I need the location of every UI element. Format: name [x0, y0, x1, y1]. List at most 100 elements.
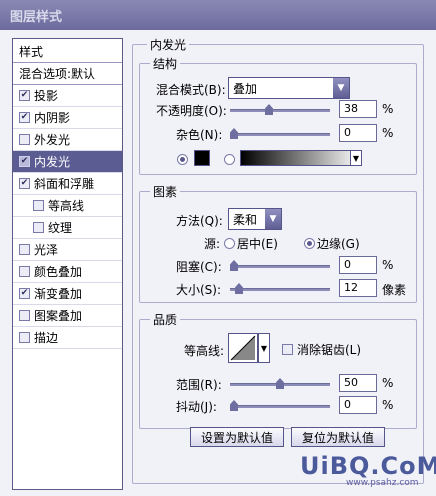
method-label: 方法(Q):	[176, 214, 223, 228]
contour-label: 等高线:	[184, 344, 225, 358]
range-unit: %	[382, 376, 394, 390]
source-edge-radio[interactable]	[304, 238, 315, 249]
structure-title: 结构	[150, 55, 181, 72]
style-checkbox[interactable]	[33, 200, 44, 211]
source-center-label: 居中(E)	[237, 237, 278, 251]
style-item-label: 斜面和浮雕	[34, 177, 95, 191]
antialias-checkbox[interactable]	[282, 344, 293, 355]
noise-slider[interactable]	[230, 128, 330, 139]
style-item-label: 描边	[34, 331, 59, 345]
style-checkbox[interactable]	[33, 222, 44, 233]
size-slider-thumb[interactable]	[235, 283, 243, 294]
style-item[interactable]: ✔ 内发光	[13, 151, 122, 173]
style-checkbox[interactable]: ✔	[19, 90, 30, 101]
style-item-label: 等高线	[48, 199, 85, 213]
noise-slider-thumb[interactable]	[230, 128, 238, 139]
style-item[interactable]: 外发光	[13, 129, 122, 151]
opacity-label: 不透明度(O):	[156, 104, 227, 118]
range-slider[interactable]	[230, 378, 330, 389]
source-edge-option[interactable]: 边缘(G)	[304, 235, 360, 252]
style-checkbox[interactable]	[19, 332, 30, 343]
chevron-down-icon: ▼	[333, 78, 349, 98]
source-center-option[interactable]: 居中(E)	[224, 235, 278, 252]
style-item[interactable]: 混合选项:默认	[13, 63, 122, 85]
reset-default-button[interactable]: 复位为默认值	[291, 427, 385, 447]
jitter-slider-thumb[interactable]	[230, 400, 238, 411]
range-slider-thumb[interactable]	[276, 378, 284, 389]
chevron-down-icon[interactable]: ▼	[258, 333, 270, 363]
style-checkbox[interactable]	[19, 134, 30, 145]
source-edge-label: 边缘(G)	[317, 237, 360, 251]
style-item-label: 纹理	[48, 221, 73, 235]
style-item[interactable]: 光泽	[13, 239, 122, 261]
inner-glow-panel: 内发光 结构 混合模式(B): 叠加 ▼ 不透明度(O): 38 % 杂色(N)…	[132, 36, 424, 486]
choke-label: 阻塞(C):	[176, 260, 222, 274]
style-item[interactable]: 纹理	[13, 217, 122, 239]
make-default-button[interactable]: 设置为默认值	[190, 427, 284, 447]
style-checkbox[interactable]: ✔	[19, 178, 30, 189]
styles-list: 样式 混合选项:默认 ✔ 投影 ✔ 内阴影外发光 ✔ 内发光 ✔ 斜面和浮雕等高线纹理光泽颜色叠…	[12, 38, 123, 490]
style-item[interactable]: 颜色叠加	[13, 261, 122, 283]
style-item-label: 外发光	[34, 133, 71, 147]
opacity-slider[interactable]	[230, 104, 330, 115]
jitter-input[interactable]: 0	[339, 396, 377, 414]
style-checkbox[interactable]	[19, 310, 30, 321]
style-item[interactable]: 等高线	[13, 195, 122, 217]
style-item-label: 内发光	[34, 155, 71, 169]
method-value: 柔和	[233, 212, 258, 227]
choke-slider-thumb[interactable]	[230, 260, 238, 271]
window-title: 图层样式	[0, 0, 436, 30]
style-item-label: 图案叠加	[34, 309, 83, 323]
method-select[interactable]: 柔和 ▼	[228, 208, 282, 230]
style-checkbox[interactable]: ✔	[19, 288, 30, 299]
style-checkbox[interactable]: ✔	[19, 156, 30, 167]
contour-preview[interactable]	[228, 333, 258, 363]
size-unit: 像素	[382, 283, 407, 297]
quality-title: 品质	[150, 311, 181, 328]
choke-unit: %	[382, 258, 394, 272]
gradient-radio[interactable]	[224, 154, 235, 165]
style-item-label: 内阴影	[34, 111, 71, 125]
blend-mode-value: 叠加	[233, 81, 258, 96]
style-item-label: 混合选项:默认	[19, 67, 96, 81]
style-item[interactable]: 描边	[13, 327, 122, 349]
opacity-slider-thumb[interactable]	[265, 104, 273, 115]
style-item-label: 投影	[34, 89, 59, 103]
choke-slider[interactable]	[230, 260, 330, 271]
style-checkbox[interactable]	[19, 244, 30, 255]
antialias-label: 消除锯齿(L)	[297, 343, 362, 357]
blend-mode-select[interactable]: 叠加 ▼	[228, 77, 350, 99]
noise-label: 杂色(N):	[176, 128, 223, 142]
contour-linear-icon	[230, 335, 256, 361]
style-item[interactable]: ✔ 斜面和浮雕	[13, 173, 122, 195]
size-input[interactable]: 12	[339, 279, 377, 297]
noise-input[interactable]: 0	[339, 124, 377, 142]
size-slider[interactable]	[230, 283, 330, 294]
antialias-option[interactable]: 消除锯齿(L)	[282, 341, 361, 358]
style-item[interactable]: ✔ 投影	[13, 85, 122, 107]
style-item-label: 光泽	[34, 243, 59, 257]
source-center-radio[interactable]	[224, 238, 235, 249]
chevron-down-icon[interactable]: ▼	[350, 150, 362, 166]
noise-unit: %	[382, 126, 394, 140]
styles-header: 样式	[13, 39, 122, 63]
gradient-picker[interactable]	[240, 150, 362, 166]
jitter-slider[interactable]	[230, 400, 330, 411]
blend-mode-label: 混合模式(B):	[156, 83, 226, 97]
style-checkbox[interactable]: ✔	[19, 112, 30, 123]
color-swatch[interactable]	[194, 150, 210, 166]
style-item[interactable]: 图案叠加	[13, 305, 122, 327]
style-item-label: 渐变叠加	[34, 287, 83, 301]
style-item[interactable]: ✔ 内阴影	[13, 107, 122, 129]
elements-title: 图素	[150, 183, 181, 200]
chevron-down-icon: ▼	[265, 209, 281, 229]
style-checkbox[interactable]	[19, 266, 30, 277]
choke-input[interactable]: 0	[339, 256, 377, 274]
style-item[interactable]: ✔ 渐变叠加	[13, 283, 122, 305]
range-input[interactable]: 50	[339, 374, 377, 392]
size-label: 大小(S):	[176, 283, 222, 297]
color-radio[interactable]	[177, 154, 188, 165]
opacity-input[interactable]: 38	[339, 100, 377, 118]
watermark-logo: UiBQ.CoM	[300, 452, 436, 480]
range-label: 范围(R):	[176, 378, 222, 392]
